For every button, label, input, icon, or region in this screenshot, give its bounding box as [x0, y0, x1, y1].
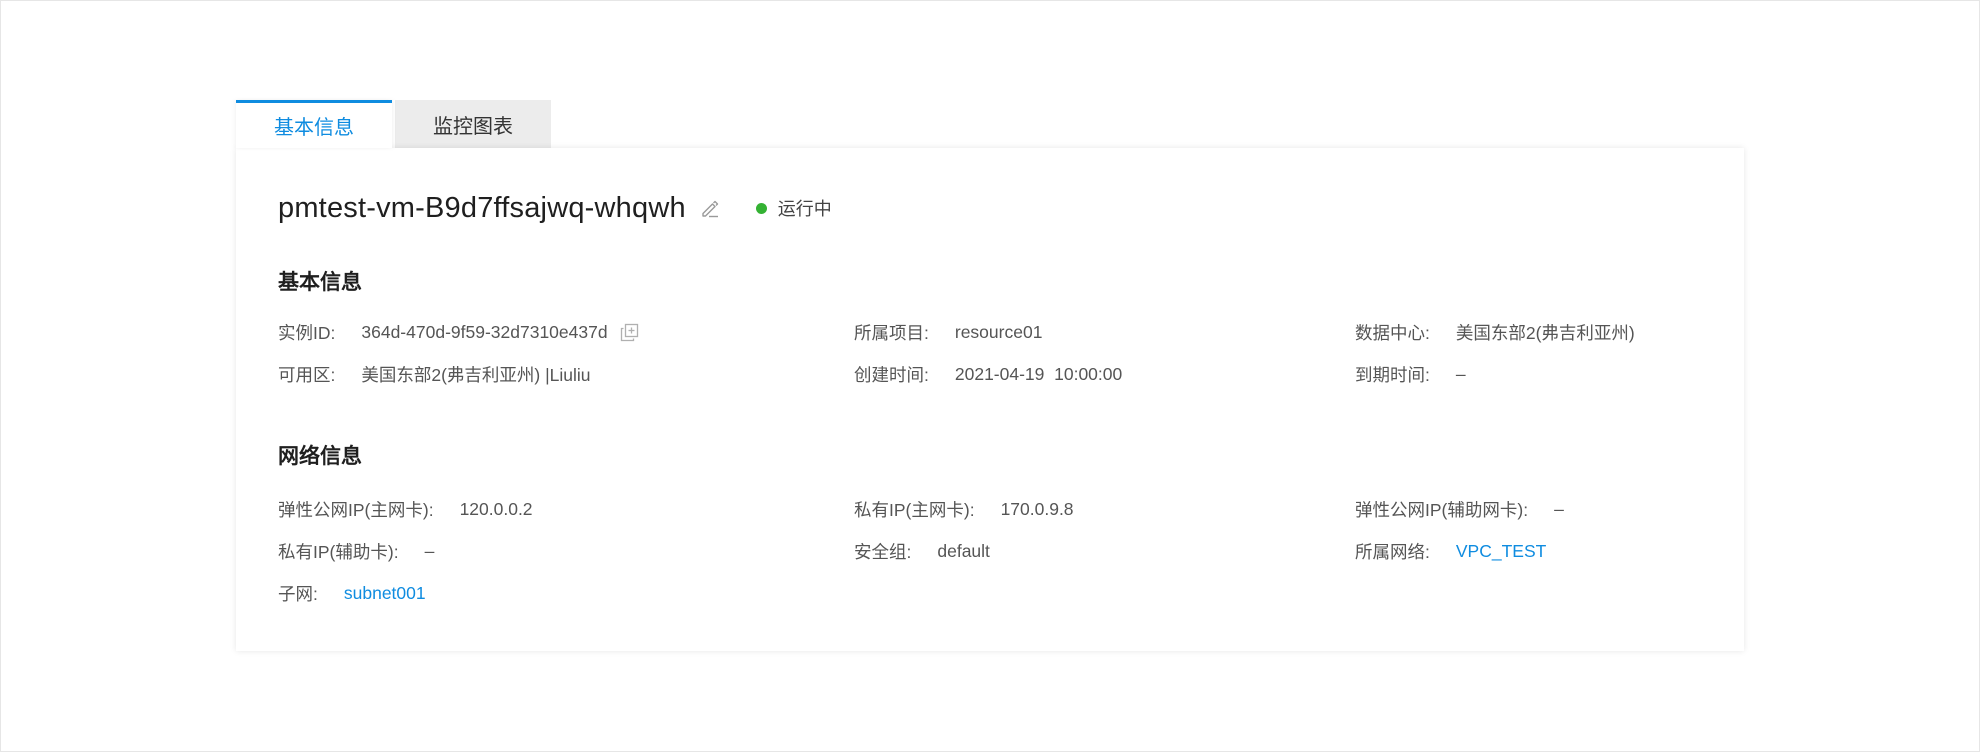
eip-primary-value: 120.0.0.2 [459, 498, 533, 519]
expire-label: 到期时间: [1355, 364, 1430, 385]
zone-value: 美国东部2(弗吉利亚州) |Liuliu [361, 364, 591, 385]
instance-id-label: 实例ID: [278, 322, 336, 343]
private-ip-primary-value: 170.0.9.8 [1000, 498, 1074, 519]
eip-primary-label: 弹性公网IP(主网卡): [278, 499, 434, 520]
security-group-label: 安全组: [854, 541, 912, 562]
created-label: 创建时间: [854, 364, 929, 385]
subnet-label: 子网: [278, 583, 318, 604]
field-eip-primary: 弹性公网IP(主网卡): 120.0.0.2 [278, 497, 533, 521]
status-badge: 运行中 [755, 195, 832, 221]
expire-value: – [1455, 363, 1466, 384]
field-datacenter: 数据中心: 美国东部2(弗吉利亚州) [1355, 320, 1635, 344]
project-label: 所属项目: [854, 322, 929, 343]
field-instance-id: 实例ID: 364d-470d-9f59-32d7310e437d [278, 320, 639, 344]
eip-secondary-value: – [1554, 498, 1564, 519]
datacenter-value: 美国东部2(弗吉利亚州) [1455, 322, 1635, 343]
field-project: 所属项目: resource01 [854, 320, 1042, 344]
vpc-label: 所属网络: [1355, 541, 1430, 562]
field-vpc: 所属网络: VPC_TEST [1355, 539, 1546, 563]
private-ip-secondary-value: – [424, 540, 435, 561]
field-expire: 到期时间: – [1355, 362, 1466, 386]
field-security-group: 安全组: default [854, 539, 990, 563]
tab-basic-info[interactable]: 基本信息 [236, 100, 392, 148]
copy-icon[interactable] [620, 323, 639, 342]
private-ip-primary-label: 私有IP(主网卡): [854, 499, 975, 520]
edit-icon[interactable] [700, 198, 720, 218]
zone-label: 可用区: [278, 364, 336, 385]
field-private-ip-primary: 私有IP(主网卡): 170.0.9.8 [854, 497, 1074, 521]
instance-title-row: pmtest-vm-B9d7ffsajwq-whqwh 运行中 [278, 188, 832, 228]
field-zone: 可用区: 美国东部2(弗吉利亚州) |Liuliu [278, 362, 591, 386]
vpc-link[interactable]: VPC_TEST [1456, 541, 1546, 562]
field-created: 创建时间: 2021-04-19 10:00:00 [854, 362, 1122, 386]
section-title-basic: 基本信息 [278, 271, 362, 294]
datacenter-label: 数据中心: [1355, 322, 1430, 343]
status-dot-icon [755, 202, 767, 214]
status-text: 运行中 [777, 199, 832, 219]
field-private-ip-secondary: 私有IP(辅助卡): – [278, 539, 434, 563]
private-ip-secondary-label: 私有IP(辅助卡): [278, 541, 399, 562]
subnet-link[interactable]: subnet001 [344, 583, 426, 604]
instance-id-value: 364d-470d-9f59-32d7310e437d [361, 321, 608, 342]
tab-bar: 基本信息 监控图表 [236, 100, 551, 148]
project-value: resource01 [954, 321, 1043, 342]
instance-detail-card: pmtest-vm-B9d7ffsajwq-whqwh 运行中 基本信息 实例I… [236, 148, 1744, 651]
security-group-value: default [937, 540, 990, 561]
instance-name: pmtest-vm-B9d7ffsajwq-whqwh [278, 191, 686, 224]
section-title-network: 网络信息 [278, 445, 362, 468]
eip-secondary-label: 弹性公网IP(辅助网卡): [1355, 499, 1529, 520]
field-eip-secondary: 弹性公网IP(辅助网卡): – [1355, 497, 1564, 521]
created-value: 2021-04-19 10:00:00 [954, 363, 1123, 384]
field-subnet: 子网: subnet001 [278, 581, 426, 605]
tab-monitoring-charts[interactable]: 监控图表 [395, 100, 551, 148]
